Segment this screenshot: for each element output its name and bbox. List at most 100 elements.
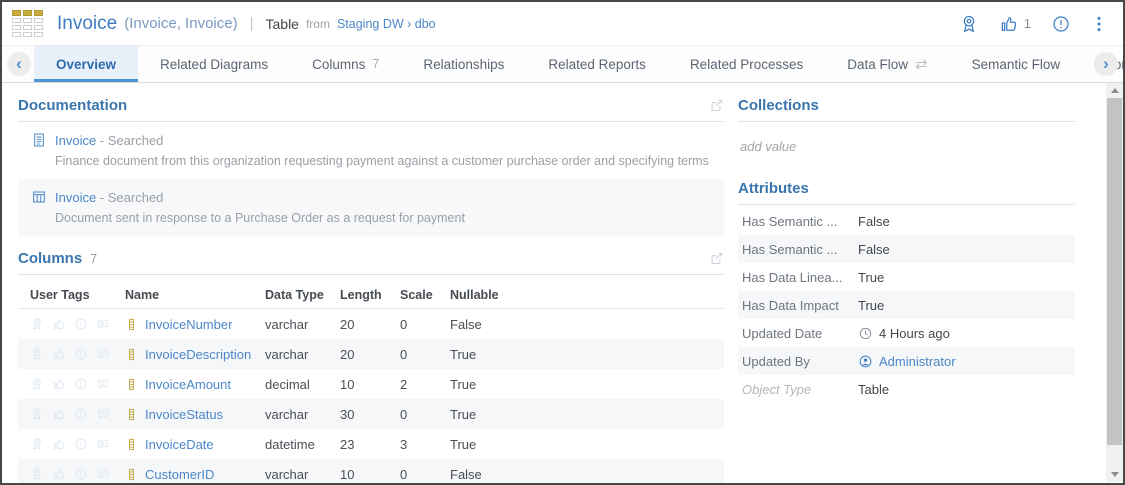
tabs-scroll-left-button[interactable]: ‹ [7,52,31,76]
columns-section: Columns 7 User Tags Name Data Type Lengt… [18,250,724,485]
tabs-scroll-right-button[interactable]: › [1094,52,1118,76]
nullable-cell: False [450,467,530,482]
vertical-scrollbar[interactable] [1106,83,1123,482]
asset-aliases: (Invoice, Invoice) [124,15,237,32]
doc-item-link[interactable]: Invoice [55,133,96,148]
collections-add-value[interactable]: add value [740,139,1075,154]
award-icon[interactable] [30,377,44,391]
scroll-down-button[interactable] [1106,467,1123,482]
column-icon [125,376,138,393]
tab-label: Columns [312,57,365,72]
table-row: InvoiceAmount decimal 10 2 True [18,369,724,399]
column-name-link[interactable]: CustomerID [145,467,214,482]
column-name-link[interactable]: InvoiceDescription [145,347,251,362]
endorse-button[interactable] [959,14,979,34]
tab-data-flow[interactable]: Data Flow ⇄ [825,46,949,82]
length-cell: 20 [340,347,400,362]
tab-related-diagrams[interactable]: Related Diagrams [138,46,290,82]
tab-related-reports[interactable]: Related Reports [526,46,668,82]
thumbs-up-icon[interactable] [52,347,66,361]
user-tags-cell [18,437,125,451]
thumbs-up-icon[interactable] [52,377,66,391]
tab-related-processes[interactable]: Related Processes [668,46,825,82]
thumbs-up-icon[interactable] [52,317,66,331]
data-type-cell: decimal [265,377,340,392]
column-name-link[interactable]: InvoiceNumber [145,317,232,332]
tab-relationships[interactable]: Relationships [401,46,526,82]
tab-label: Semantic Flow [972,57,1061,72]
table-row: InvoiceNumber varchar 20 0 False [18,309,724,339]
like-button[interactable]: 1 [999,14,1031,34]
attribute-row: Updated Date 4 Hours ago [738,319,1075,347]
data-type-cell: varchar [265,347,340,362]
user-tags-cell [18,317,125,331]
column-name-link[interactable]: InvoiceDate [145,437,214,452]
alert-circle-icon[interactable] [74,437,88,451]
comment-icon[interactable] [96,347,110,361]
columns-table-body: InvoiceNumber varchar 20 0 False [18,309,724,485]
alert-circle-icon[interactable] [74,317,88,331]
column-icon [125,436,138,453]
table-row: CustomerID varchar 10 0 False [18,459,724,485]
documentation-item: Invoice - Searched Document sent in resp… [18,179,724,236]
asset-identity: Invoice (Invoice, Invoice) | Table from … [12,10,436,37]
edit-columns-button[interactable] [709,251,724,266]
nullable-cell: True [450,347,530,362]
comment-icon[interactable] [96,467,110,481]
scroll-down-icon [1111,472,1119,477]
attribute-row: Has Data Impact True [738,291,1075,319]
user-icon [858,354,873,369]
comment-icon[interactable] [96,407,110,421]
tab-semantic-flow[interactable]: Semantic Flow [950,46,1083,82]
updated-by-link[interactable]: Administrator [879,354,956,369]
award-icon[interactable] [30,317,44,331]
length-cell: 20 [340,317,400,332]
nullable-cell: True [450,407,530,422]
tab-overview[interactable]: Overview [34,46,138,82]
user-tags-cell [18,407,125,421]
alert-circle-icon[interactable] [74,377,88,391]
edit-documentation-button[interactable] [709,98,724,113]
table-asset-icon [12,10,43,37]
collections-section: Collections add value [738,97,1075,154]
tab-columns[interactable]: Columns 7 [290,46,401,82]
table-row: InvoiceStatus varchar 30 0 True [18,399,724,429]
award-icon[interactable] [30,437,44,451]
attribute-row: Has Semantic ... False [738,235,1075,263]
header-actions: 1 [959,14,1107,34]
column-name-link[interactable]: InvoiceStatus [145,407,223,422]
award-icon[interactable] [30,407,44,421]
asset-header: Invoice (Invoice, Invoice) | Table from … [2,2,1123,46]
comment-icon[interactable] [96,317,110,331]
document-icon [31,132,47,148]
scale-cell: 0 [400,347,450,362]
award-icon[interactable] [30,467,44,481]
source-path-link[interactable]: Staging DW › dbo [337,17,436,31]
header-user-tags: User Tags [18,288,125,302]
award-icon[interactable] [30,347,44,361]
issue-button[interactable] [1051,14,1071,34]
comment-icon[interactable] [96,437,110,451]
attributes-section: Attributes Has Semantic ... False Has Se… [738,180,1075,403]
alert-circle-icon[interactable] [74,347,88,361]
user-tags-cell [18,467,125,481]
alert-circle-icon[interactable] [74,467,88,481]
tab-label: Related Diagrams [160,57,268,72]
alert-circle-icon[interactable] [74,407,88,421]
doc-item-link[interactable]: Invoice [55,190,96,205]
alert-circle-icon [1051,14,1071,34]
user-tags-cell [18,377,125,391]
scroll-up-button[interactable] [1106,83,1123,98]
column-name-link[interactable]: InvoiceAmount [145,377,231,392]
doc-item-description: Document sent in response to a Purchase … [55,211,716,225]
length-cell: 10 [340,377,400,392]
thumbs-up-icon[interactable] [52,407,66,421]
thumbs-up-icon[interactable] [52,437,66,451]
attribute-label: Has Semantic ... [742,242,858,257]
attribute-value: False [858,242,890,257]
thumbs-up-icon[interactable] [52,467,66,481]
user-tags-cell [18,347,125,361]
scrollbar-thumb[interactable] [1107,98,1122,445]
more-options-button[interactable] [1091,14,1107,34]
comment-icon[interactable] [96,377,110,391]
